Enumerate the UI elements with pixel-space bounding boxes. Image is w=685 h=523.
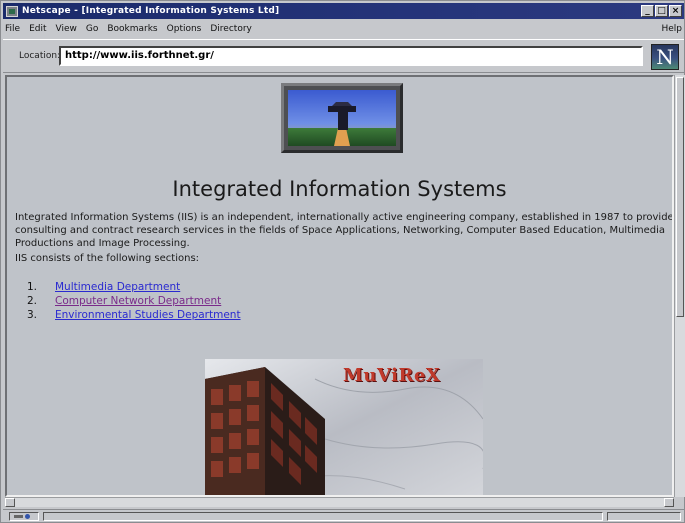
- scroll-thumb[interactable]: [676, 77, 684, 317]
- list-number: 3.: [27, 309, 38, 321]
- menu-bar: File Edit View Go Bookmarks Options Dire…: [3, 21, 684, 37]
- location-label: Location:: [19, 51, 61, 61]
- netscape-n-logo[interactable]: N: [651, 44, 679, 70]
- company-logo-graphic: [288, 90, 396, 146]
- key-icon[interactable]: [9, 512, 39, 521]
- maximize-button[interactable]: □: [655, 5, 668, 17]
- title-bar: Netscape - [Integrated Information Syste…: [3, 3, 684, 19]
- link-computer-network-department[interactable]: Computer Network Department: [55, 294, 221, 308]
- close-button[interactable]: ×: [669, 5, 682, 17]
- menu-view[interactable]: View: [52, 24, 82, 34]
- menu-bookmarks[interactable]: Bookmarks: [103, 24, 162, 34]
- horizontal-scrollbar[interactable]: [5, 497, 674, 507]
- link-environmental-studies-department[interactable]: Environmental Studies Department: [55, 308, 241, 322]
- scroll-right-arrow-icon[interactable]: [664, 498, 674, 507]
- status-message-area: [43, 512, 603, 521]
- menu-directory[interactable]: Directory: [206, 24, 256, 34]
- browser-window: Netscape - [Integrated Information Syste…: [0, 0, 685, 523]
- netscape-app-icon[interactable]: [6, 5, 18, 17]
- department-list: 1. Multimedia Department 2. Computer Net…: [27, 280, 241, 322]
- menu-go[interactable]: Go: [82, 24, 103, 34]
- window-title: Netscape - [Integrated Information Syste…: [22, 6, 280, 16]
- scroll-left-arrow-icon[interactable]: [5, 498, 15, 507]
- company-logo-image: [281, 83, 403, 153]
- menu-help[interactable]: Help: [657, 24, 684, 34]
- minimize-button[interactable]: _: [641, 5, 654, 17]
- vertical-scrollbar[interactable]: [674, 75, 685, 497]
- page-title: Integrated Information Systems: [172, 177, 507, 201]
- list-number: 1.: [27, 281, 38, 293]
- location-input[interactable]: http://www.iis.forthnet.gr/: [59, 46, 643, 66]
- banner-title: MuViReX: [343, 365, 441, 386]
- muvirex-banner[interactable]: MuViReX: [205, 359, 483, 495]
- menu-options[interactable]: Options: [163, 24, 207, 34]
- intro-paragraph: Integrated Information Systems (IIS) is …: [15, 212, 674, 249]
- sections-intro: IIS consists of the following sections:: [15, 253, 200, 264]
- list-item: 2. Computer Network Department: [27, 294, 241, 308]
- link-multimedia-department[interactable]: Multimedia Department: [55, 280, 180, 294]
- list-item: 1. Multimedia Department: [27, 280, 241, 294]
- location-toolbar: Location: http://www.iis.forthnet.gr/ N: [3, 39, 684, 73]
- page-content: Integrated Information Systems Integrate…: [5, 75, 674, 497]
- list-item: 3. Environmental Studies Department: [27, 308, 241, 322]
- list-number: 2.: [27, 295, 38, 307]
- menu-file[interactable]: File: [3, 24, 25, 34]
- status-progress-area: [607, 512, 681, 521]
- status-bar: [3, 509, 684, 522]
- menu-edit[interactable]: Edit: [25, 24, 51, 34]
